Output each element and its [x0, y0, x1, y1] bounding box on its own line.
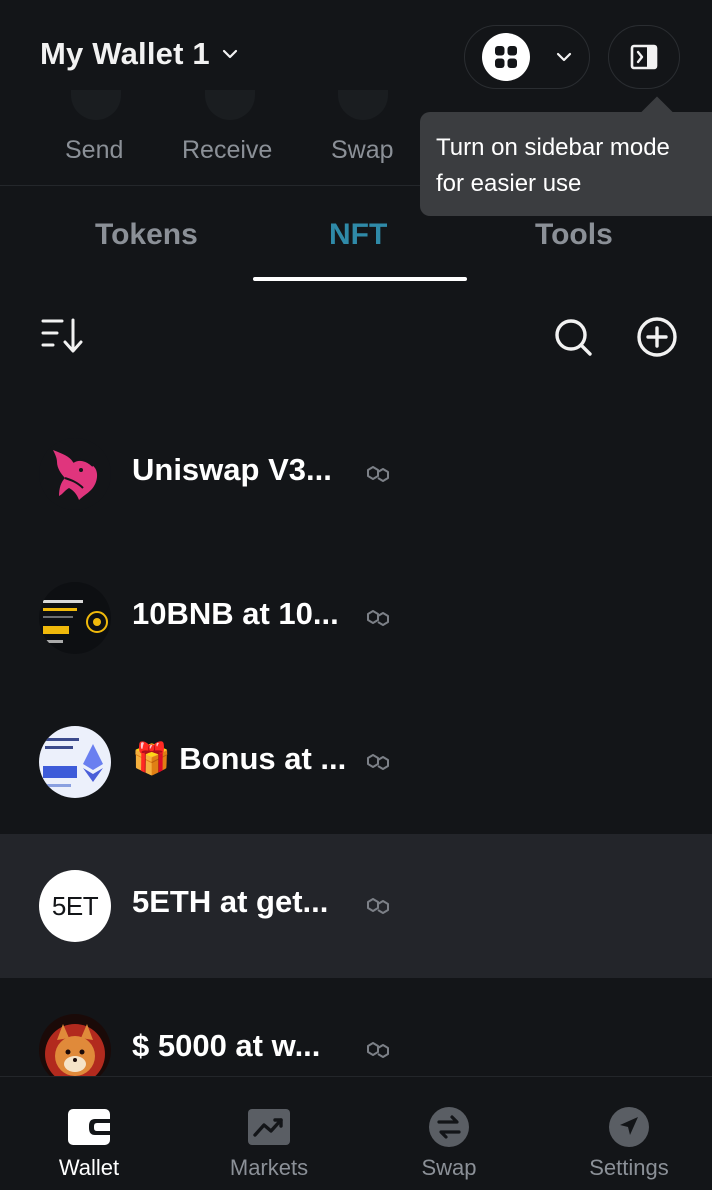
avatar-text: 5ET: [51, 890, 99, 921]
tab-tokens[interactable]: Tokens: [95, 218, 198, 252]
nav-swap[interactable]: Swap: [360, 1077, 538, 1190]
nav-label: Swap: [421, 1155, 477, 1180]
wallet-selector[interactable]: My Wallet 1: [40, 36, 240, 72]
wallet-app: My Wallet 1 Send Receive Swap Turn on si…: [0, 0, 712, 1190]
swap-icon: [429, 1107, 469, 1147]
wallet-name: My Wallet 1: [40, 36, 210, 71]
nav-label: Wallet: [58, 1155, 120, 1180]
polygon-chain-icon: [367, 898, 389, 914]
sidebar-mode-button[interactable]: [608, 25, 680, 89]
polygon-chain-icon: [367, 466, 389, 482]
nft-name: $ 5000 at w...: [132, 1028, 321, 1063]
nav-settings[interactable]: Settings: [540, 1077, 712, 1190]
bottom-navigation: Wallet Markets Swap Settings: [0, 1076, 712, 1190]
active-tab-indicator: [253, 277, 467, 281]
chevron-down-icon: [556, 52, 572, 62]
tab-nft[interactable]: NFT: [329, 218, 387, 252]
polygon-chain-icon: [367, 754, 389, 770]
nav-label: Markets: [229, 1155, 309, 1180]
uniswap-logo: [39, 438, 111, 510]
search-icon[interactable]: [552, 316, 594, 358]
chart-icon: [248, 1109, 290, 1145]
tooltip-line-1: Turn on sidebar mode: [436, 134, 670, 161]
nft-name: Uniswap V3...: [132, 452, 332, 487]
wallet-icon: [68, 1109, 110, 1145]
nft-toolbar: [0, 282, 712, 392]
asset-tabs: Tokens NFT Tools: [0, 186, 712, 282]
tab-tools[interactable]: Tools: [535, 218, 613, 252]
apps-grid-icon: [482, 33, 530, 81]
nft-name: 🎁 Bonus at ...: [132, 741, 347, 776]
nft-item[interactable]: 5ET 5ETH at get...: [0, 834, 712, 978]
sort-icon[interactable]: [40, 316, 84, 356]
send-button[interactable]: Send: [65, 136, 123, 165]
chevron-down-icon: [222, 49, 237, 59]
nft-text-avatar: 5ET: [39, 870, 111, 942]
sidebar-toggle-icon: [630, 44, 658, 70]
swap-button[interactable]: Swap: [331, 136, 394, 165]
polygon-chain-icon: [367, 610, 389, 626]
nft-name: 10BNB at 10...: [132, 596, 339, 631]
nav-label: Settings: [589, 1155, 669, 1180]
airdrop-image: [39, 582, 111, 654]
nft-item[interactable]: 10BNB at 10...: [0, 546, 712, 690]
nft-item[interactable]: Uniswap V3...: [0, 402, 712, 546]
nav-wallet[interactable]: Wallet: [0, 1077, 178, 1190]
polygon-chain-icon: [367, 1042, 389, 1058]
navigation-arrow-icon: [609, 1107, 649, 1147]
receive-button[interactable]: Receive: [182, 136, 272, 165]
nft-item[interactable]: 🎁 Bonus at ...: [0, 690, 712, 834]
nft-list: Uniswap V3... 10BNB at 10... 🎁 Bonus at …: [0, 402, 712, 1122]
eth-airdrop-image: [39, 726, 111, 798]
apps-menu-button[interactable]: [464, 25, 590, 89]
nav-markets[interactable]: Markets: [180, 1077, 358, 1190]
nft-name: 5ETH at get...: [132, 884, 329, 919]
add-nft-icon[interactable]: [636, 316, 678, 358]
